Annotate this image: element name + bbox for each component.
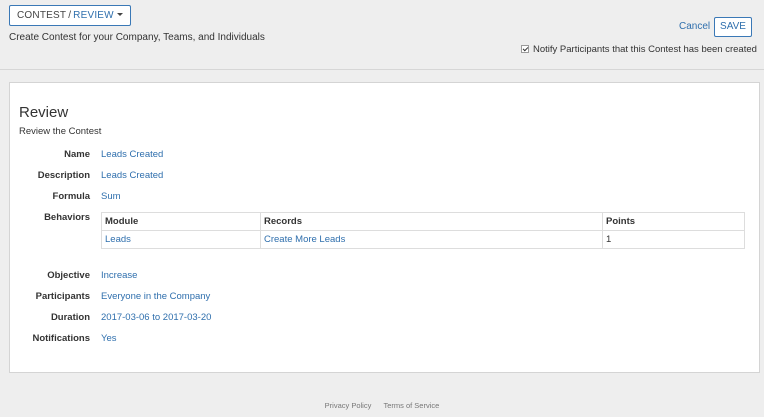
- notify-participants-option[interactable]: Notify Participants that this Contest ha…: [521, 44, 757, 55]
- page-subtitle: Create Contest for your Company, Teams, …: [9, 32, 265, 43]
- page-footer: Privacy Policy Terms of Service: [0, 401, 764, 410]
- privacy-policy-link[interactable]: Privacy Policy: [325, 401, 372, 410]
- field-value-link[interactable]: Leads Created: [101, 170, 163, 181]
- field-label: Objective: [47, 270, 90, 281]
- behaviors-table: Module Records Points Leads Create More …: [101, 212, 745, 249]
- page-header: CONTEST / REVIEW Create Contest for your C…: [0, 0, 764, 70]
- breadcrumb-part-contest: CONTEST: [17, 10, 67, 21]
- behavior-points: 1: [602, 230, 745, 249]
- field-participants: Participants Everyone in the Company: [10, 291, 759, 305]
- page: CONTEST / REVIEW Create Contest for your C…: [0, 0, 764, 417]
- table-header-row: Module Records Points: [101, 212, 745, 231]
- review-subtitle: Review the Contest: [19, 126, 102, 137]
- terms-of-service-link[interactable]: Terms of Service: [383, 401, 439, 410]
- field-name: Name Leads Created: [10, 149, 759, 163]
- caret-down-icon: [116, 13, 123, 16]
- column-header-module: Module: [101, 212, 261, 231]
- behavior-module-link[interactable]: Leads: [101, 230, 261, 249]
- behavior-records-link[interactable]: Create More Leads: [260, 230, 603, 249]
- field-label: Notifications: [32, 333, 90, 344]
- field-value-link[interactable]: 2017-03-06 to 2017-03-20: [101, 312, 211, 323]
- save-button[interactable]: SAVE: [714, 17, 752, 37]
- column-header-records: Records: [260, 212, 603, 231]
- field-value-link[interactable]: Yes: [101, 333, 117, 344]
- field-description: Description Leads Created: [10, 170, 759, 184]
- field-label: Participants: [35, 291, 90, 302]
- field-label: Formula: [52, 191, 90, 202]
- field-formula: Formula Sum: [10, 191, 759, 205]
- field-objective: Objective Increase: [10, 270, 759, 284]
- field-label: Description: [37, 170, 90, 181]
- field-label: Duration: [50, 312, 90, 323]
- field-notifications: Notifications Yes: [10, 333, 759, 347]
- review-card: Review Review the Contest Name Leads Cre…: [9, 82, 760, 373]
- table-row: Leads Create More Leads 1: [101, 230, 745, 249]
- notify-label: Notify Participants that this Contest ha…: [533, 44, 757, 55]
- field-value-link[interactable]: Everyone in the Company: [101, 291, 210, 302]
- field-value-link[interactable]: Sum: [101, 191, 121, 202]
- breadcrumb-part-review: REVIEW: [73, 10, 114, 21]
- breadcrumb-dropdown[interactable]: CONTEST / REVIEW: [9, 5, 131, 26]
- field-value-link[interactable]: Leads Created: [101, 149, 163, 160]
- field-value-link[interactable]: Increase: [101, 270, 137, 281]
- breadcrumb-separator: /: [68, 10, 72, 21]
- field-label: Name: [64, 149, 90, 160]
- cancel-link[interactable]: Cancel: [679, 21, 710, 32]
- notify-checkbox[interactable]: [521, 45, 529, 53]
- column-header-points: Points: [602, 212, 745, 231]
- field-duration: Duration 2017-03-06 to 2017-03-20: [10, 312, 759, 326]
- review-title: Review: [19, 104, 69, 121]
- field-label: Behaviors: [44, 212, 90, 223]
